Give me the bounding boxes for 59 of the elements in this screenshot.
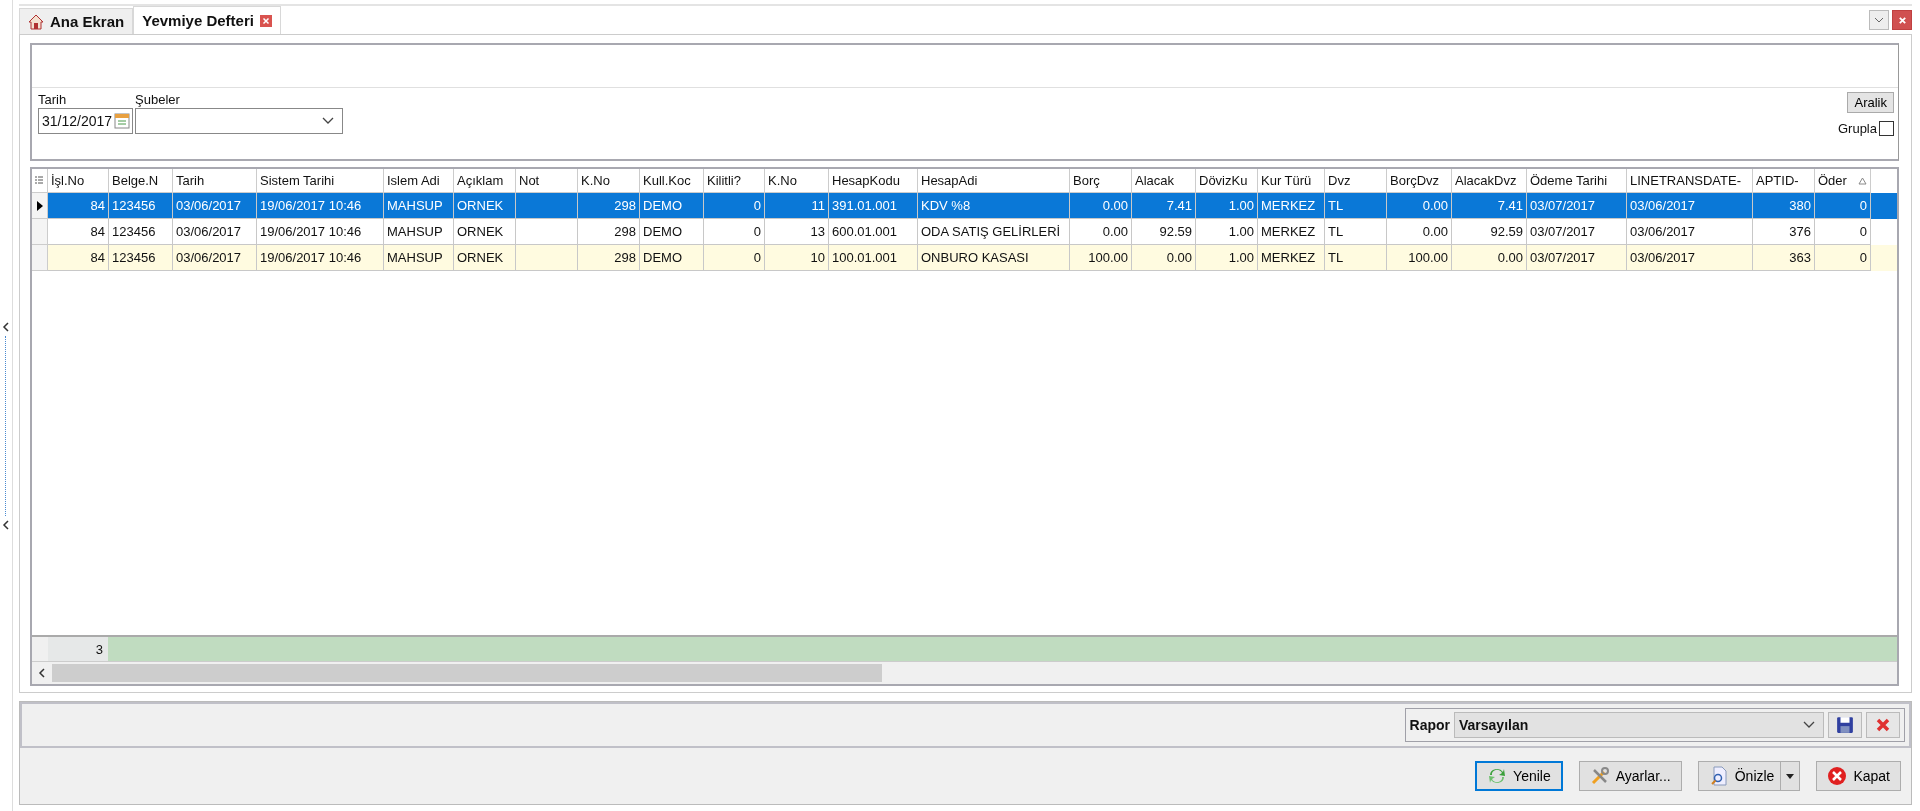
group-checkbox[interactable] (1879, 121, 1894, 136)
table-cell: 10 (765, 245, 829, 271)
table-cell: TL (1325, 245, 1387, 271)
close-icon[interactable] (259, 14, 272, 27)
tab[interactable]: Ana Ekran (19, 8, 134, 34)
row-header[interactable] (32, 193, 48, 219)
table-cell: 03/06/2017 (173, 245, 257, 271)
caret-icon[interactable] (1786, 773, 1795, 779)
group-label: Grupla (1837, 121, 1877, 136)
table-cell: 100.00 (1387, 245, 1452, 271)
close-icon[interactable] (1897, 15, 1907, 25)
chevron-down-icon[interactable] (1803, 721, 1815, 729)
table-cell: DEMO (640, 245, 704, 271)
table-cell: 03/06/2017 (1627, 245, 1753, 271)
table-cell: 84 (48, 245, 109, 271)
table-cell: 03/07/2017 (1527, 245, 1627, 271)
table-cell: MERKEZ (1258, 245, 1325, 271)
table-row[interactable]: 84 123456 03/06/2017 19/06/2017 10:46 MAHSUP ORNEK 298 DEMO 0 11 391.01.001 KDV %8 0.00 7.41 1.00 MERKEZ TL 0.00 7.41 03/07/2017 03/06/2017 380 0 (32, 193, 1897, 219)
table-cell: 0 (1815, 245, 1871, 271)
date-label: Tarih (38, 92, 68, 107)
refresh-icon[interactable] (1487, 766, 1508, 786)
table-cell (516, 245, 578, 271)
table-cell: 19/06/2017 10:46 (257, 245, 384, 271)
settings-button[interactable]: Ayarlar... (1578, 761, 1682, 791)
table-cell: 100.01.001 (829, 245, 918, 271)
cross-icon[interactable] (1875, 717, 1891, 733)
date-field[interactable]: 31/12/2017 (38, 108, 134, 134)
branch-label: Şubeler (135, 92, 181, 107)
range-button[interactable]: Aralik (1847, 92, 1894, 113)
scrollbar-thumb[interactable] (52, 664, 882, 682)
table-cell: 0.00 (1452, 245, 1527, 271)
tools-icon[interactable] (1589, 766, 1610, 786)
preview-button[interactable]: Önizle (1697, 761, 1801, 791)
row-count: 3 (48, 637, 108, 661)
tab[interactable]: Yevmiye Defteri (133, 6, 281, 34)
close-icon[interactable] (1827, 766, 1848, 786)
report-label: Rapor (1409, 717, 1450, 733)
table-row[interactable]: 84 123456 03/06/2017 19/06/2017 10:46 MAHSUP ORNEK 298 DEMO 0 10 100.01.001 ONBURO KASASI 100.00 0.00 1.00 MERKEZ TL 100.00 0.00 03/07/2017 03/06/2017 363 0 (32, 245, 1897, 271)
table-cell: ORNEK (454, 245, 516, 271)
table-cell: 123456 (109, 245, 173, 271)
table-cell: 363 (1753, 245, 1815, 271)
table-cell: 1.00 (1196, 245, 1258, 271)
chevron-down-icon[interactable] (1874, 17, 1884, 23)
table-cell: ONBURO KASASI (918, 245, 1070, 271)
delete-button[interactable] (1866, 712, 1900, 738)
row-pointer-icon (36, 200, 43, 211)
table-cell: 0 (704, 245, 765, 271)
refresh-button[interactable]: Yenile (1475, 761, 1563, 791)
table-cell: MAHSUP (384, 245, 454, 271)
report-dropdown[interactable]: Varsayılan (1454, 712, 1824, 738)
table-cell: 0.00 (1132, 245, 1196, 271)
save-button[interactable] (1828, 712, 1862, 738)
table-cell: 100.00 (1070, 245, 1132, 271)
chevron-down-icon[interactable] (322, 117, 335, 125)
house-icon (28, 13, 44, 30)
table-cell: 298 (578, 245, 640, 271)
close-button[interactable]: Kapat (1816, 761, 1901, 791)
scroll-left-icon[interactable] (38, 668, 46, 678)
close-button[interactable] (1892, 10, 1912, 30)
